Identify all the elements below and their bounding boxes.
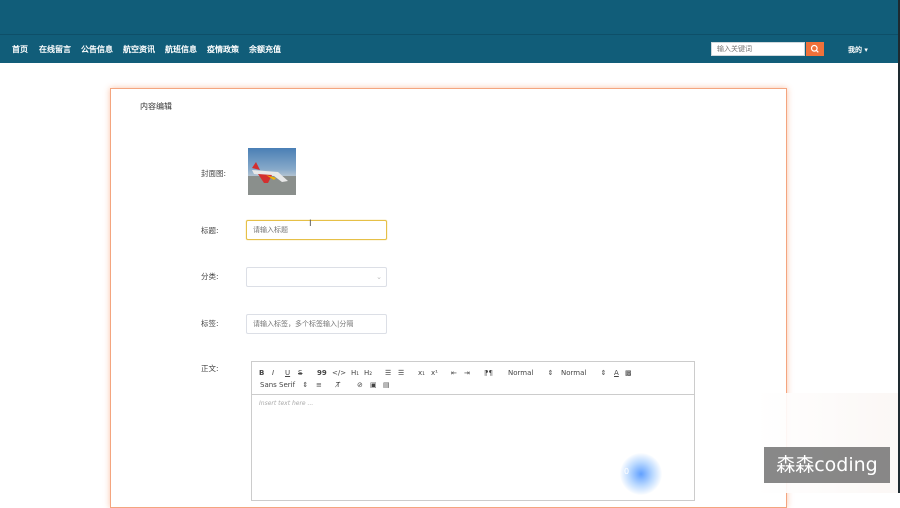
nav-announcements[interactable]: 公告信息: [81, 44, 113, 55]
background-color-icon[interactable]: ▩: [625, 368, 632, 378]
editor-toolbar: B I U S 99 </> H₁ H₂ ☰ ☰ x₁ x¹ ⇤ ⇥ ⁋¶ No…: [252, 362, 694, 395]
bullet-list-button[interactable]: ☰: [398, 368, 404, 378]
header-divider: [0, 34, 900, 35]
nav-policy[interactable]: 疫情政策: [207, 44, 239, 55]
title-input[interactable]: [246, 220, 387, 240]
nav-home[interactable]: 首页: [12, 44, 28, 55]
body-label: 正文:: [201, 364, 219, 373]
tags-input[interactable]: [246, 314, 387, 334]
watermark: 森森coding: [764, 447, 890, 483]
airplane-image: [248, 162, 296, 195]
select-arrows-icon: ⇕: [302, 381, 309, 389]
superscript-button[interactable]: x¹: [431, 368, 438, 378]
italic-button[interactable]: I: [272, 368, 274, 378]
top-header: 首页 在线留言 公告信息 航空资讯 航班信息 疫情政策 余额充值 我的 ▾: [0, 0, 900, 63]
title-label: 标题:: [201, 226, 219, 235]
cover-image[interactable]: [248, 148, 296, 195]
select-arrows-icon: ⇕: [600, 369, 607, 377]
code-block-button[interactable]: </>: [332, 368, 346, 378]
image-icon[interactable]: ▣: [370, 380, 377, 390]
bold-button[interactable]: B: [259, 368, 264, 378]
header2-button[interactable]: H₂: [364, 368, 372, 378]
underline-button[interactable]: U: [285, 368, 290, 378]
strike-button[interactable]: S: [298, 368, 302, 378]
link-icon[interactable]: ⊘: [357, 380, 363, 390]
blockquote-button[interactable]: 99: [317, 368, 327, 378]
search-icon: [810, 44, 819, 53]
text-cursor-icon: I: [309, 219, 312, 229]
search-button[interactable]: [806, 42, 824, 56]
card-title: 内容编辑: [140, 102, 172, 111]
select-arrows-icon: ⇕: [547, 369, 554, 377]
font-select-value: Sans Serif: [260, 381, 296, 389]
cover-label: 封面图:: [201, 169, 227, 178]
subscript-button[interactable]: x₁: [418, 368, 425, 378]
text-direction-button[interactable]: ⁋¶: [484, 368, 493, 378]
indent-button[interactable]: ⇥: [464, 368, 470, 378]
nav-recharge[interactable]: 余额充值: [249, 44, 281, 55]
nav-messages[interactable]: 在线留言: [39, 44, 71, 55]
clear-format-icon[interactable]: T̸: [336, 380, 340, 390]
align-icon[interactable]: ≡: [316, 380, 322, 390]
size-select[interactable]: Normal ⇕: [561, 368, 606, 378]
header-select-value: Normal: [508, 369, 534, 377]
editor-placeholder: Insert text here ...: [259, 400, 314, 407]
tags-label: 标签:: [201, 319, 219, 328]
nav-aviation-news[interactable]: 航空资讯: [123, 44, 155, 55]
category-label: 分类:: [201, 272, 219, 281]
search-input[interactable]: [711, 42, 805, 56]
ordered-list-button[interactable]: ☰: [385, 368, 391, 378]
header1-button[interactable]: H₁: [351, 368, 359, 378]
user-menu[interactable]: 我的 ▾: [848, 45, 868, 55]
chat-badge: 0: [624, 467, 630, 476]
header-select[interactable]: Normal ⇕: [508, 368, 553, 378]
size-select-value: Normal: [561, 369, 587, 377]
outdent-button[interactable]: ⇤: [451, 368, 457, 378]
nav-flights[interactable]: 航班信息: [165, 44, 197, 55]
chevron-down-icon: ⌄: [376, 273, 382, 281]
font-color-icon[interactable]: A: [614, 368, 619, 378]
category-select[interactable]: ⌄: [246, 267, 387, 287]
font-select[interactable]: Sans Serif ⇕: [260, 380, 308, 390]
video-icon[interactable]: ▤: [383, 380, 390, 390]
